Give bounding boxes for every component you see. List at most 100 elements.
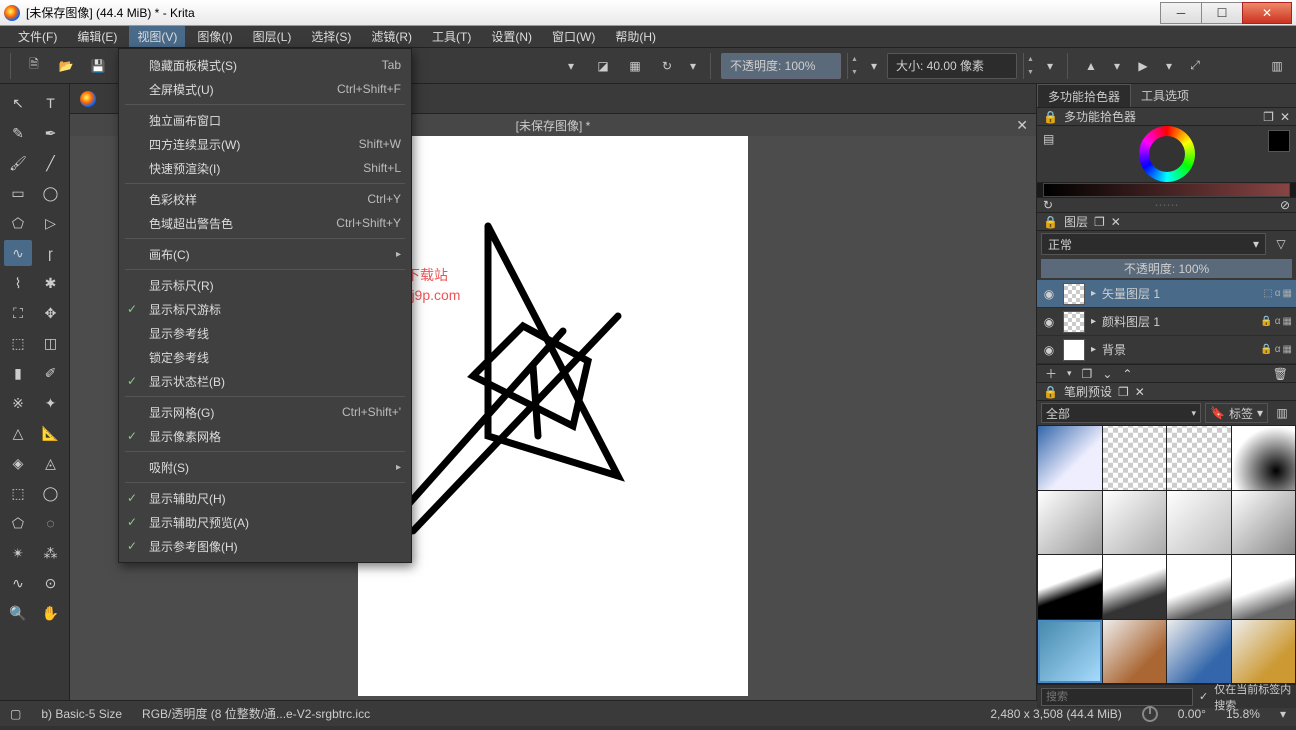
menu-item[interactable]: 隐藏面板模式(S)Tab — [119, 53, 411, 77]
tool-color-picker[interactable]: ✐ — [37, 360, 65, 386]
status-zoom[interactable]: 15.8% — [1226, 707, 1260, 721]
tool-polyline[interactable]: ▷ — [37, 210, 65, 236]
tool-zoom[interactable]: 🔍 — [4, 600, 32, 626]
layer-opacity-slider[interactable]: 不透明度: 100% — [1041, 259, 1292, 278]
menu-item[interactable]: 独立画布窗口 — [119, 108, 411, 132]
menu-10[interactable]: 帮助(H) — [607, 26, 664, 47]
filter-icon[interactable]: ▽ — [1270, 231, 1292, 257]
canvas[interactable]: 精品下载站 www.j9p.com — [358, 136, 748, 696]
chevron-down-icon[interactable]: ▾ — [1110, 53, 1124, 79]
menu-item[interactable]: 四方连续显示(W)Shift+W — [119, 132, 411, 156]
menu-item[interactable]: 色彩校样Ctrl+Y — [119, 187, 411, 211]
chevron-down-icon[interactable]: ▾ — [1067, 368, 1072, 379]
tool-something[interactable]: ◫ — [37, 330, 65, 356]
minimize-button[interactable]: ─ — [1160, 2, 1202, 24]
brush-preset[interactable] — [1038, 555, 1102, 619]
duplicate-layer-button[interactable]: ❐ — [1082, 367, 1093, 381]
mirror-horizontal-button[interactable]: ▲ — [1078, 53, 1104, 79]
tool-rectangle[interactable]: ▭ — [4, 180, 32, 206]
opacity-spinner[interactable]: ▲▼ — [847, 53, 861, 79]
menu-item[interactable]: 快速预渲染(I)Shift+L — [119, 156, 411, 180]
float-panel-button[interactable]: ❐ — [1263, 110, 1274, 124]
tool-select-ellipse[interactable]: ◯ — [37, 480, 65, 506]
tool-measure[interactable]: 📐 — [37, 420, 65, 446]
brush-preset[interactable] — [1103, 426, 1167, 490]
menu-item[interactable]: 锁定参考线 — [119, 345, 411, 369]
sv-triangle[interactable] — [1153, 142, 1181, 164]
brush-tag-filter[interactable]: 全部▾ — [1041, 403, 1201, 423]
size-spinner[interactable]: ▲▼ — [1023, 53, 1037, 79]
brush-tags-button[interactable]: 🔖标签▾ — [1205, 403, 1268, 423]
tool-edit-shapes[interactable]: ✎ — [4, 120, 32, 146]
brush-preset[interactable] — [1038, 426, 1102, 490]
brush-settings-button[interactable]: ▥ — [1272, 400, 1292, 426]
tool-move[interactable]: ↖ — [4, 90, 32, 116]
tool-pan[interactable]: ✋ — [37, 600, 65, 626]
menu-6[interactable]: 滤镜(R) — [363, 26, 420, 47]
chevron-down-icon[interactable]: ▾ — [686, 53, 700, 79]
tool-bezier[interactable]: ∿ — [4, 240, 32, 266]
refresh-icon[interactable]: ↻ — [1043, 198, 1053, 212]
tool-smart-patch[interactable]: ※ — [4, 390, 32, 416]
menu-item[interactable]: 画布(C)▸ — [119, 242, 411, 266]
chevron-down-icon[interactable]: ▾ — [1162, 53, 1176, 79]
tool-assistant[interactable]: △ — [4, 420, 32, 446]
reload-brush-button[interactable]: ↻ — [654, 53, 680, 79]
new-doc-button[interactable]: 🗎 — [21, 53, 47, 79]
menu-item[interactable]: 色域超出警告色Ctrl+Shift+Y — [119, 211, 411, 235]
expand-icon[interactable]: ▸ — [1091, 288, 1096, 299]
tab-color-selector[interactable]: 多功能拾色器 — [1037, 84, 1131, 107]
menu-7[interactable]: 工具(T) — [424, 26, 479, 47]
tool-text[interactable]: T — [37, 90, 65, 116]
brush-preset[interactable] — [1167, 620, 1231, 684]
tool-select-poly[interactable]: ⬠ — [4, 510, 32, 536]
hue-wheel[interactable] — [1139, 126, 1195, 182]
tool-ellipse[interactable]: ◯ — [37, 180, 65, 206]
close-panel-button[interactable]: ✕ — [1111, 215, 1121, 229]
zoom-chevron-icon[interactable]: ▾ — [1280, 707, 1286, 721]
menu-0[interactable]: 文件(F) — [10, 26, 65, 47]
brush-preset[interactable] — [1232, 491, 1296, 555]
chevron-down-icon[interactable]: ▾ — [558, 53, 584, 79]
float-panel-button[interactable]: ❐ — [1118, 385, 1129, 399]
tool-transform[interactable]: ⛶ — [4, 300, 32, 326]
menu-2[interactable]: 视图(V) — [129, 26, 185, 47]
chevron-down-icon[interactable]: ▾ — [1043, 53, 1057, 79]
forbidden-icon[interactable]: ⊘ — [1280, 198, 1290, 212]
lock-icon[interactable]: 🔒 — [1260, 316, 1272, 327]
menu-5[interactable]: 选择(S) — [303, 26, 359, 47]
brush-preset[interactable] — [1232, 426, 1296, 490]
delete-layer-button[interactable]: 🗑 — [1273, 367, 1288, 381]
menu-item[interactable]: ✓显示像素网格 — [119, 424, 411, 448]
brush-preset[interactable] — [1167, 555, 1231, 619]
tool-line[interactable]: ╱ — [37, 150, 65, 176]
menu-3[interactable]: 图像(I) — [189, 26, 240, 47]
brush-preset[interactable] — [1038, 620, 1102, 684]
brush-size-field[interactable]: 大小: 40.00 像素 — [887, 53, 1017, 79]
menu-item[interactable]: 吸附(S)▸ — [119, 455, 411, 479]
expand-icon[interactable]: ▸ — [1091, 316, 1096, 327]
tool-select-contiguous[interactable]: ✴ — [4, 540, 32, 566]
color-history[interactable] — [1037, 182, 1296, 198]
opacity-slider[interactable]: 不透明度: 100% — [721, 53, 841, 79]
brush-preset[interactable] — [1103, 620, 1167, 684]
tool-crop[interactable]: ⬚ — [4, 330, 32, 356]
tool-move-layer[interactable]: ✥ — [37, 300, 65, 326]
menu-item[interactable]: 全屏模式(U)Ctrl+Shift+F — [119, 77, 411, 101]
tool-select-rect[interactable]: ⬚ — [4, 480, 32, 506]
move-up-button[interactable]: ⌃ — [1122, 367, 1132, 381]
menu-item[interactable]: ✓显示辅助尺(H) — [119, 486, 411, 510]
eraser-mode-button[interactable]: ◪ — [590, 53, 616, 79]
checkbox-only-current[interactable]: ✓ — [1199, 690, 1208, 703]
tool-select-free[interactable]: ◌ — [37, 510, 65, 536]
blend-mode-select[interactable]: 正常▾ — [1041, 233, 1266, 255]
tool-select-bezier[interactable]: ∿ — [4, 570, 32, 596]
wrap-around-button[interactable]: ⤢ — [1182, 53, 1208, 79]
save-button[interactable]: 💾 — [85, 53, 111, 79]
lock-icon[interactable]: ⬚ — [1263, 288, 1272, 299]
close-document-button[interactable]: ✕ — [1016, 117, 1028, 134]
tool-select-similar[interactable]: ⁂ — [37, 540, 65, 566]
expand-icon[interactable]: ▸ — [1091, 344, 1096, 355]
mirror-vertical-button[interactable]: ▶ — [1130, 53, 1156, 79]
close-panel-button[interactable]: ✕ — [1280, 110, 1290, 124]
